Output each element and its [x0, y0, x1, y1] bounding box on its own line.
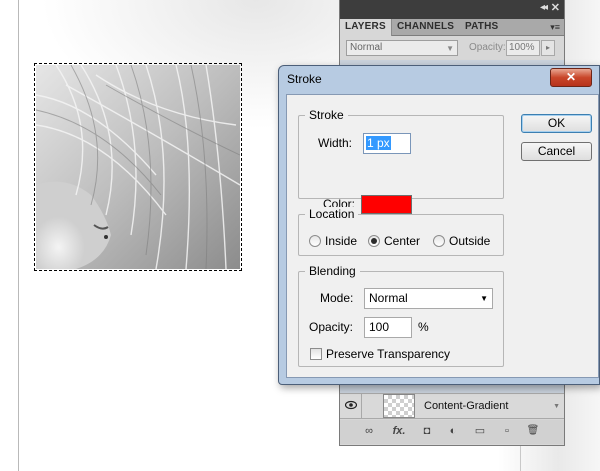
dialog-title: Stroke [287, 72, 322, 86]
layer-row[interactable]: Content-Gradient ▼ [340, 393, 564, 419]
chevron-down-icon: ▼ [480, 294, 488, 303]
radio-outside[interactable] [433, 235, 445, 247]
blending-group-label: Blending [305, 264, 360, 278]
preserve-transparency-checkbox[interactable] [310, 348, 322, 360]
tab-paths[interactable]: PATHS [460, 19, 503, 36]
width-label: Width: [318, 136, 353, 150]
mask-icon[interactable]: ◘ [420, 424, 434, 438]
tab-layers[interactable]: LAYERS [340, 19, 392, 36]
stroke-dialog: Stroke ✕ Stroke Width: 1 px Color: Locat… [278, 65, 600, 385]
stroke-color-swatch[interactable] [361, 195, 412, 214]
document-left-edge [18, 0, 19, 471]
scroll-down-icon[interactable]: ▼ [553, 403, 560, 410]
mode-value: Normal [369, 291, 408, 305]
radio-center[interactable] [368, 235, 380, 247]
dialog-body: Stroke Width: 1 px Color: Location Insid… [286, 94, 599, 378]
width-value: 1 px [366, 136, 391, 150]
trash-icon[interactable]: 🗑 [526, 424, 540, 438]
layer-opacity-input[interactable]: 100% [506, 40, 540, 56]
radio-inside[interactable] [309, 235, 321, 247]
eye-icon[interactable] [340, 394, 362, 418]
photo-svg [36, 65, 240, 269]
radio-outside-label[interactable]: Outside [449, 234, 490, 248]
tab-channels[interactable]: CHANNELS [392, 19, 459, 36]
adjustment-icon[interactable]: ◐ [446, 424, 460, 438]
chevron-down-icon: ▼ [446, 44, 454, 53]
layer-name[interactable]: Content-Gradient [424, 400, 508, 412]
stroke-group-label: Stroke [305, 108, 348, 122]
new-layer-icon[interactable]: ▫ [500, 424, 514, 438]
close-icon[interactable]: ✕ [551, 1, 560, 14]
layer-opacity-label: Opacity: [469, 42, 506, 53]
panel-tab-bar: LAYERS CHANNELS PATHS [340, 19, 564, 36]
ok-button[interactable]: OK [521, 114, 592, 133]
panel-titlebar[interactable]: ◂◂ ✕ [340, 0, 564, 19]
mode-select[interactable]: Normal ▼ [364, 288, 493, 309]
radio-inside-label[interactable]: Inside [325, 234, 357, 248]
radio-center-label[interactable]: Center [384, 234, 420, 248]
close-button[interactable]: ✕ [550, 68, 592, 87]
opacity-label: Opacity: [309, 320, 354, 334]
blend-mode-value: Normal [350, 42, 383, 53]
opacity-slider-button[interactable]: ▸ [541, 40, 555, 56]
layer-thumbnail [383, 394, 415, 418]
cancel-button[interactable]: Cancel [521, 142, 592, 161]
preserve-transparency-label[interactable]: Preserve Transparency [326, 347, 450, 361]
panel-menu-icon[interactable]: ▾≡ [550, 22, 560, 33]
fx-icon[interactable]: fx. [390, 424, 408, 438]
mode-label: Mode: [320, 291, 354, 305]
location-group-label: Location [305, 207, 359, 221]
panel-footer: ∞ fx. ◘ ◐ ▭ ▫ 🗑 [340, 420, 564, 444]
collapse-icon[interactable]: ◂◂ [540, 2, 548, 13]
blend-mode-select[interactable]: Normal ▼ [346, 40, 458, 56]
opacity-unit: % [418, 320, 429, 334]
stroke-group: Stroke [298, 108, 504, 199]
link-icon[interactable]: ∞ [362, 424, 376, 438]
folder-icon[interactable]: ▭ [473, 424, 487, 438]
width-input[interactable]: 1 px [363, 133, 411, 154]
opacity-input[interactable]: 100 [364, 317, 412, 338]
photo-image[interactable] [36, 65, 240, 269]
